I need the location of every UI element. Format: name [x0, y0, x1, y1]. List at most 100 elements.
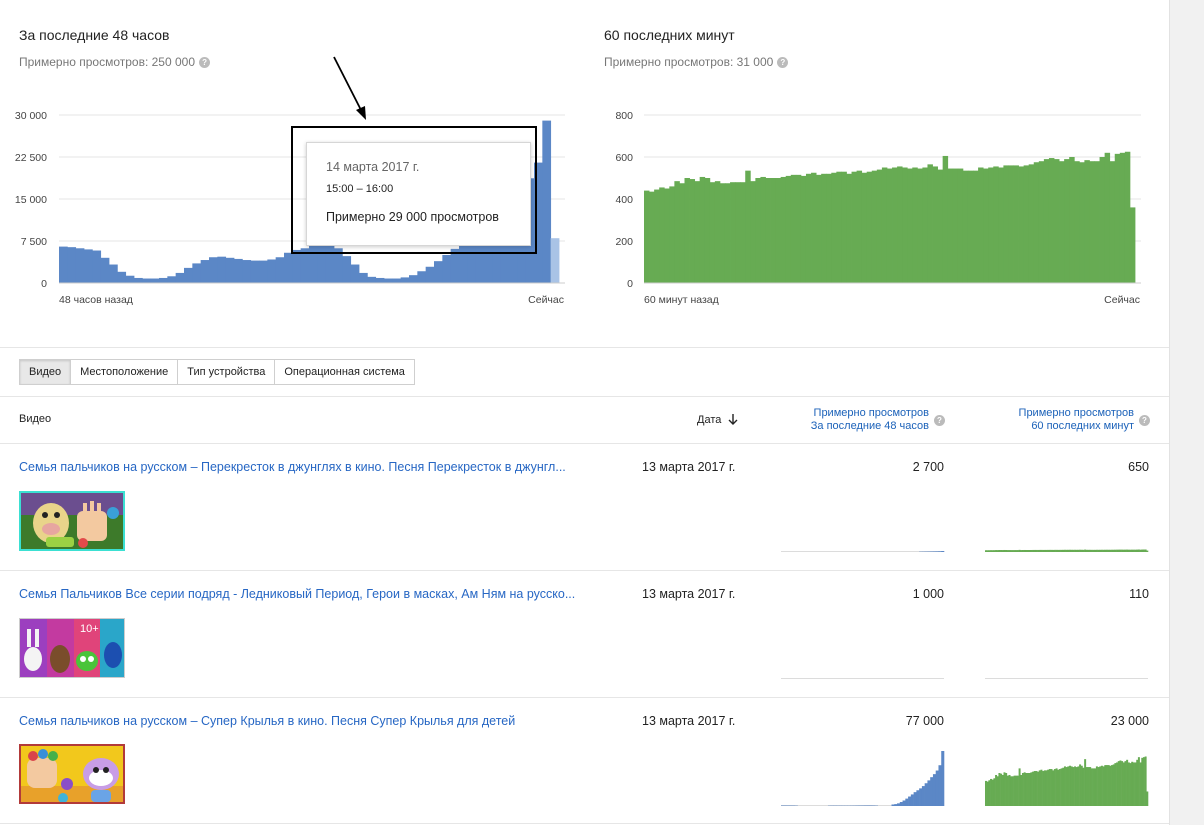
x-start-label: 48 часов назад: [59, 294, 133, 306]
views-48h: 77 000: [905, 714, 944, 728]
chart-bar: [957, 168, 964, 283]
y-tick-label: 0: [41, 278, 47, 290]
arrow-shaft: [333, 56, 363, 113]
chart-bar: [917, 168, 923, 283]
chart-bar: [912, 167, 918, 283]
chart-bar: [200, 260, 210, 283]
column-header-views60-line1: Примерно просмотров: [1018, 407, 1134, 419]
video-title-link[interactable]: Семья Пальчиков Все серии подряд - Ледни…: [19, 587, 575, 601]
chart-bar: [1043, 159, 1050, 283]
chart-bar: [846, 173, 852, 283]
chart-bar: [1038, 161, 1045, 283]
video-title-link[interactable]: Семья пальчиков на русском – Супер Крыль…: [19, 714, 515, 728]
sparkline-bar: [924, 783, 928, 806]
charts-area[interactable]: 30 000 22 500 15 000 7 500 0 48 часов назад Се…: [0, 0, 1169, 320]
y-tick-label: 0: [627, 278, 633, 290]
chart-bar: [184, 267, 193, 283]
sparkline-bar: [897, 803, 901, 806]
column-header-views48[interactable]: Примерно просмотров За последние 48 часо…: [760, 407, 945, 433]
row-sparkline-48h: [781, 551, 945, 552]
column-header-views48-line1: Примерно просмотров: [813, 407, 929, 419]
chart-60m[interactable]: 800 600 400 200 0 60 минут назад Сейчас: [615, 110, 1141, 306]
views-60m: 650: [1128, 460, 1149, 474]
sparkline-bar: [902, 800, 906, 806]
video-thumbnail[interactable]: [19, 491, 125, 551]
chart-bar: [780, 176, 787, 283]
sparkline-bar: [905, 798, 909, 806]
chart-bar: [724, 183, 731, 283]
chart-bar: [765, 178, 771, 283]
video-thumbnail[interactable]: [19, 744, 125, 804]
tab-device-type[interactable]: Тип устройства: [177, 359, 276, 385]
column-header-date-label: Дата: [697, 414, 722, 426]
help-icon[interactable]: ?: [1139, 415, 1150, 426]
row-sparkline-60m: [985, 678, 1148, 679]
video-date: 13 марта 2017 г.: [642, 460, 736, 474]
chart-bar: [770, 178, 777, 283]
video-date: 13 марта 2017 г.: [642, 714, 736, 728]
video-thumbnail[interactable]: 10+: [19, 618, 125, 678]
tab-os[interactable]: Операционная система: [274, 359, 415, 385]
chart-bar: [167, 276, 177, 283]
chart-bar: [150, 278, 160, 283]
chart-bar: [714, 181, 721, 283]
sparkline-bar: [913, 792, 917, 806]
chart-bar: [67, 247, 77, 283]
chart-bar: [679, 183, 685, 283]
column-header-views60[interactable]: Примерно просмотров 60 последних минут ?: [960, 407, 1150, 433]
arrow-head: [356, 106, 366, 120]
chart-bar: [209, 257, 218, 283]
x-end-label: Сейчас: [528, 294, 564, 306]
chart-bar: [234, 258, 243, 283]
chart-bar: [795, 174, 802, 283]
chart-bar: [250, 260, 260, 283]
chart-bar: [59, 246, 68, 283]
analytics-page: За последние 48 часов Примерно просмотро…: [0, 0, 1204, 825]
chart-bar: [952, 168, 959, 283]
tab-video[interactable]: Видео: [19, 359, 72, 385]
chart-bar: [750, 181, 756, 283]
chart-bar: [861, 172, 868, 283]
chart-bar: [805, 173, 812, 283]
chart-bar: [942, 155, 949, 283]
sparkline-bar: [899, 802, 903, 806]
chart-bar: [1048, 158, 1055, 283]
chart-bar: [811, 172, 817, 283]
sparkline-bar: [938, 765, 942, 806]
column-header-date[interactable]: Дата: [697, 413, 738, 426]
chart-bar: [442, 255, 452, 283]
chart-bar: [1099, 157, 1106, 283]
chart-bar: [267, 259, 277, 283]
y-tick-label: 22 500: [15, 152, 47, 164]
chart-bar: [1028, 164, 1035, 283]
help-icon[interactable]: ?: [934, 415, 945, 426]
chart-bar: [1119, 152, 1126, 283]
chart-bar: [659, 187, 665, 283]
chart-bar: [907, 168, 913, 283]
chart-bar: [400, 277, 410, 283]
chart-bar: [217, 256, 227, 283]
tab-location[interactable]: Местоположение: [70, 359, 179, 385]
chart-bar: [649, 191, 655, 283]
chart-bar: [1129, 207, 1136, 283]
chart-bar: [1109, 161, 1116, 283]
thumbnail-image: [21, 493, 123, 549]
scrollbar-gutter[interactable]: [1169, 0, 1204, 825]
chart-bar: [1059, 161, 1065, 283]
sparkline-bar: [919, 788, 923, 806]
video-title-link[interactable]: Семья пальчиков на русском – Перекресток…: [19, 460, 566, 474]
chart-bar: [689, 179, 696, 283]
chart-bar: [1013, 165, 1019, 283]
chart-bar: [292, 249, 302, 283]
chart-bar: [434, 261, 443, 283]
chart-bar: [704, 178, 711, 283]
chart-bar: [897, 166, 903, 283]
annotation-box: [291, 126, 537, 254]
chart-bar: [644, 190, 650, 283]
chart-bar: [100, 257, 110, 283]
chart-bar: [785, 175, 792, 283]
chart-bar: [790, 174, 797, 283]
chart-bar: [142, 278, 152, 283]
chart-bar: [159, 277, 168, 283]
chart-bar: [674, 181, 680, 283]
